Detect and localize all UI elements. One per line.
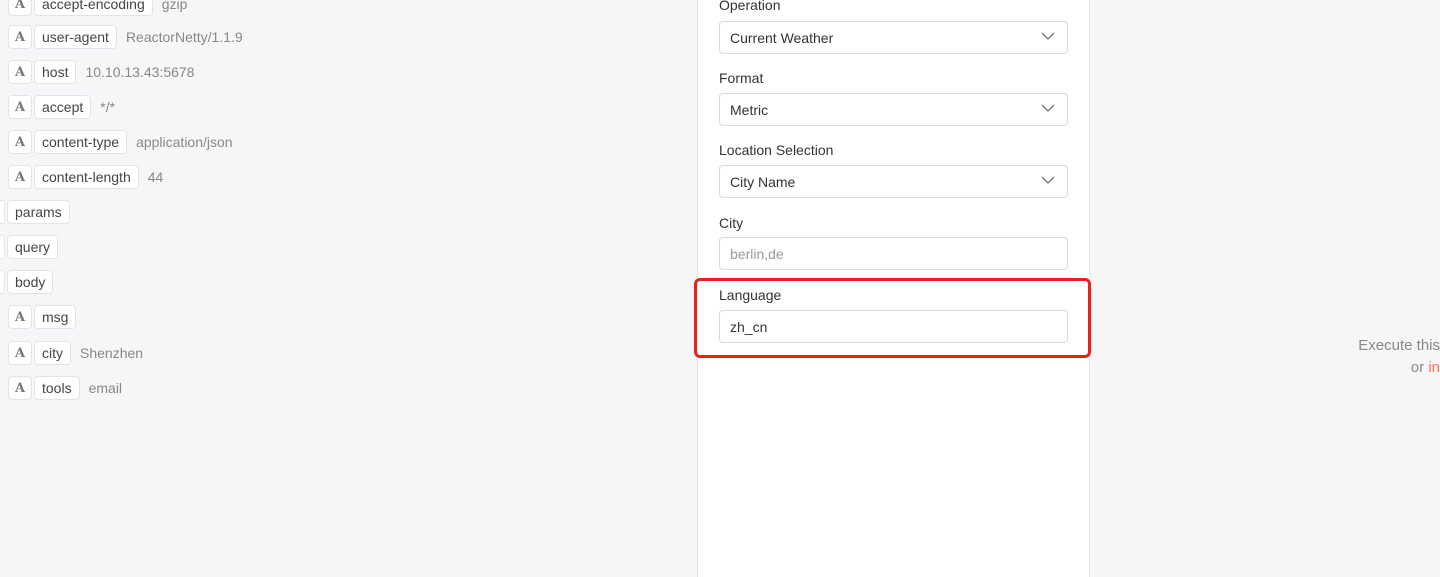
field-key[interactable]: content-type — [34, 130, 128, 154]
list-item[interactable]: A msg — [0, 304, 77, 330]
object-type-icon — [0, 235, 5, 259]
object-type-icon — [0, 270, 5, 294]
output-hint-prefix: or — [1410, 359, 1429, 376]
list-item[interactable]: A tools email — [0, 375, 122, 401]
output-hint-line1: Execute this — [1358, 337, 1440, 354]
string-type-icon: A — [8, 165, 32, 189]
location-selection-label: Location Selection — [719, 142, 834, 158]
field-key[interactable]: city — [34, 341, 71, 365]
field-value: ReactorNetty/1.1.9 — [125, 29, 243, 45]
location-selection-select[interactable]: City Name — [719, 165, 1068, 198]
field-value: gzip — [161, 0, 188, 12]
city-label: City — [719, 215, 744, 231]
field-key[interactable]: tools — [34, 376, 80, 400]
list-item[interactable]: A user-agent ReactorNetty/1.1.9 — [0, 24, 243, 50]
format-value: Metric — [730, 101, 769, 118]
field-key[interactable]: user-agent — [34, 25, 117, 49]
list-item[interactable]: body — [0, 269, 54, 295]
output-hint-link[interactable]: in — [1428, 359, 1440, 376]
string-type-icon: A — [8, 0, 32, 16]
list-item[interactable]: A accept */* — [0, 94, 115, 120]
string-type-icon: A — [8, 95, 32, 119]
field-key[interactable]: accept-encoding — [34, 0, 153, 16]
language-value: zh_cn — [730, 318, 768, 335]
output-hint-line2: or in — [1358, 357, 1440, 379]
language-label: Language — [719, 287, 782, 303]
field-value: 10.10.13.43:5678 — [85, 64, 195, 80]
field-key[interactable]: params — [7, 200, 70, 224]
language-input[interactable]: zh_cn — [719, 310, 1068, 343]
field-value: 44 — [147, 169, 164, 185]
field-key[interactable]: accept — [34, 95, 92, 119]
string-type-icon: A — [8, 376, 32, 400]
list-item[interactable]: A content-length 44 — [0, 164, 163, 190]
format-label: Format — [719, 70, 764, 86]
location-selection-value: City Name — [730, 173, 796, 190]
field-value: application/json — [136, 134, 233, 150]
list-item[interactable]: A content-type application/json — [0, 129, 233, 155]
string-type-icon: A — [8, 130, 32, 154]
operation-select[interactable]: Current Weather — [719, 21, 1068, 54]
input-data-panel: A accept-encoding gzip A user-agent Reac… — [0, 0, 697, 577]
list-item[interactable]: query — [0, 234, 59, 260]
object-type-icon — [0, 200, 5, 224]
list-item[interactable]: A host 10.10.13.43:5678 — [0, 59, 194, 85]
list-item[interactable]: A city Shenzhen — [0, 340, 143, 366]
field-value: Shenzhen — [80, 345, 144, 361]
field-value: */* — [100, 99, 116, 115]
string-type-icon: A — [8, 305, 32, 329]
city-input[interactable]: berlin,de — [719, 237, 1068, 270]
field-key[interactable]: content-length — [34, 165, 139, 189]
string-type-icon: A — [8, 25, 32, 49]
city-placeholder: berlin,de — [730, 245, 784, 262]
format-select[interactable]: Metric — [719, 93, 1068, 126]
chevron-down-icon — [1041, 176, 1055, 184]
string-type-icon: A — [8, 341, 32, 365]
list-item[interactable]: A accept-encoding gzip — [0, 0, 187, 17]
field-value: email — [88, 380, 123, 396]
field-key[interactable]: host — [34, 60, 77, 84]
string-type-icon: A — [8, 60, 32, 84]
output-hint: Execute this or in — [1358, 335, 1440, 379]
list-item[interactable]: params — [0, 199, 70, 225]
field-key[interactable]: query — [7, 235, 59, 259]
field-key[interactable]: body — [7, 270, 54, 294]
operation-value: Current Weather — [730, 29, 834, 46]
chevron-down-icon — [1041, 104, 1055, 112]
chevron-down-icon — [1041, 32, 1055, 40]
field-key[interactable]: msg — [34, 305, 77, 329]
operation-label: Operation — [719, 0, 781, 13]
node-parameters-panel: Operation Current Weather Format Metric … — [697, 0, 1090, 577]
